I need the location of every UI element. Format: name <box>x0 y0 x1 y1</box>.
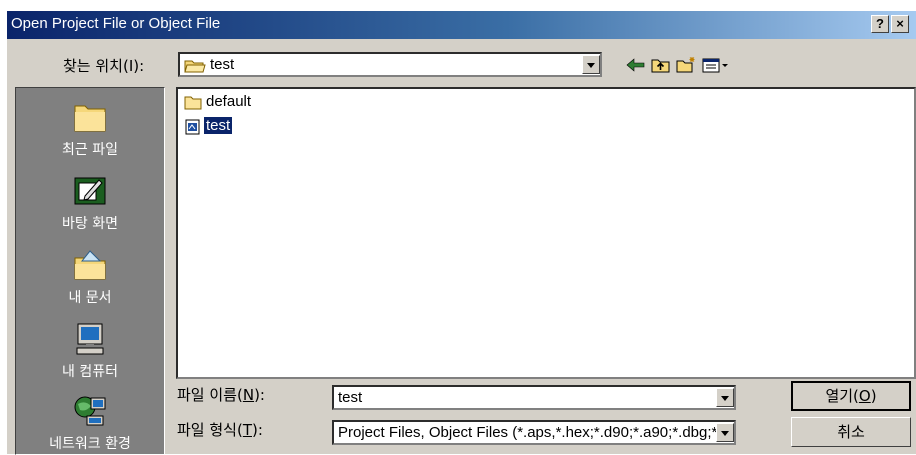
file-name: test <box>204 117 233 134</box>
desktop-icon <box>74 177 106 205</box>
place-label-desktop: 바탕 화면 <box>62 216 118 232</box>
file-name-value: test <box>338 389 363 406</box>
place-my-documents[interactable]: 내 문서 <box>16 248 164 308</box>
look-in-dropdown-button[interactable] <box>582 55 600 74</box>
cancel-button[interactable]: 취소 <box>791 417 911 447</box>
look-in-combo[interactable]: test <box>178 52 602 77</box>
project-file-icon <box>185 119 200 135</box>
open-button-text: 열기( <box>825 387 859 405</box>
place-desktop[interactable]: 바탕 화면 <box>16 174 164 234</box>
my-computer-icon <box>76 323 104 355</box>
open-button[interactable]: 열기(O) <box>791 381 911 411</box>
file-type-label-text: 파일 형식( <box>177 421 243 439</box>
file-name-label-key: N <box>242 386 255 404</box>
file-type-select[interactable]: Project Files, Object Files (*.aps,*.hex… <box>332 420 736 445</box>
file-name-label: 파일 이름(N): <box>177 384 265 405</box>
places-bar: 최근 파일 바탕 화면 내 문서 내 컴퓨터 네트워크 환경 <box>15 87 165 455</box>
file-name: default <box>206 93 252 110</box>
help-button[interactable]: ? <box>871 15 889 33</box>
title-bar[interactable]: Open Project File or Object File ? × <box>7 11 916 39</box>
file-type-label: 파일 형식(T): <box>177 419 263 440</box>
back-icon[interactable] <box>625 55 647 75</box>
file-type-value: Project Files, Object Files (*.aps,*.hex… <box>338 424 716 441</box>
up-folder-icon[interactable] <box>650 55 672 75</box>
place-network[interactable]: 네트워크 환경 <box>16 394 164 454</box>
file-name-label-suffix: ): <box>254 386 265 404</box>
open-folder-icon <box>184 60 206 73</box>
view-menu-icon[interactable] <box>701 55 731 75</box>
folder-icon <box>184 96 202 110</box>
file-name-label-text: 파일 이름( <box>177 386 243 404</box>
open-button-key: O <box>858 387 871 405</box>
open-button-suffix: ) <box>870 387 877 405</box>
place-label-network: 네트워크 환경 <box>49 436 131 452</box>
my-documents-icon <box>74 250 106 280</box>
place-label-documents: 내 문서 <box>68 290 112 306</box>
file-type-label-suffix: ): <box>252 421 263 439</box>
recent-files-icon <box>74 105 106 132</box>
file-type-dropdown-button[interactable] <box>716 423 734 442</box>
dialog-title: Open Project File or Object File <box>11 15 221 32</box>
look-in-value: test <box>210 56 235 73</box>
file-name-input[interactable]: test <box>332 385 736 410</box>
open-file-dialog: Open Project File or Object File ? × 찾는 … <box>6 10 916 455</box>
place-label-computer: 내 컴퓨터 <box>62 364 118 380</box>
network-icon <box>74 396 106 426</box>
file-list[interactable]: default test <box>176 87 916 379</box>
file-type-label-key: T <box>242 421 252 439</box>
place-label-recent: 최근 파일 <box>62 142 118 158</box>
place-my-computer[interactable]: 내 컴퓨터 <box>16 322 164 382</box>
file-name-dropdown-button[interactable] <box>716 388 734 407</box>
new-folder-icon[interactable] <box>675 55 697 75</box>
close-button[interactable]: × <box>891 15 909 33</box>
look-in-label: 찾는 위치(I): <box>63 57 145 75</box>
place-recent-files[interactable]: 최근 파일 <box>16 100 164 160</box>
